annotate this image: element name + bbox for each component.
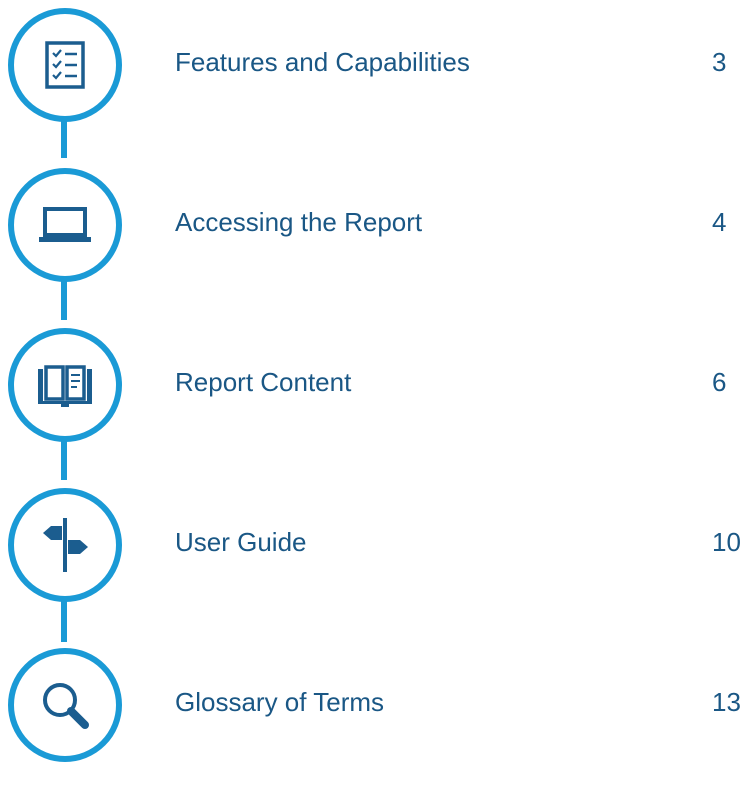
toc-item-page-number: 10 xyxy=(712,527,741,557)
laptop-icon xyxy=(39,207,91,242)
toc-item-label: User Guide xyxy=(175,527,307,557)
toc-item-user-guide[interactable]: User Guide 10 xyxy=(0,480,754,610)
icon-circle xyxy=(8,648,122,762)
icon-circle xyxy=(8,488,122,602)
icon-circle xyxy=(8,8,122,122)
icon-circle xyxy=(8,328,122,442)
table-of-contents: Features and Capabilities 3 Accessing th… xyxy=(0,0,754,786)
toc-item-report-content[interactable]: Report Content 6 xyxy=(0,320,754,450)
toc-item-glossary[interactable]: Glossary of Terms 13 xyxy=(0,640,754,770)
checklist-icon xyxy=(45,41,85,89)
toc-item-accessing[interactable]: Accessing the Report 4 xyxy=(0,160,754,290)
toc-item-page-number: 4 xyxy=(712,207,727,237)
toc-item-page-number: 3 xyxy=(712,47,727,77)
toc-item-page-number: 6 xyxy=(712,367,727,397)
book-icon xyxy=(38,365,92,407)
toc-item-label: Features and Capabilities xyxy=(175,47,470,77)
toc-item-label: Accessing the Report xyxy=(175,207,423,237)
toc-item-page-number: 13 xyxy=(712,687,741,717)
magnifier-icon xyxy=(43,683,89,729)
toc-item-label: Report Content xyxy=(175,367,352,397)
toc-item-label: Glossary of Terms xyxy=(175,687,385,717)
toc-item-features[interactable]: Features and Capabilities 3 xyxy=(0,0,754,130)
signpost-icon xyxy=(43,518,88,572)
icon-circle xyxy=(8,168,122,282)
